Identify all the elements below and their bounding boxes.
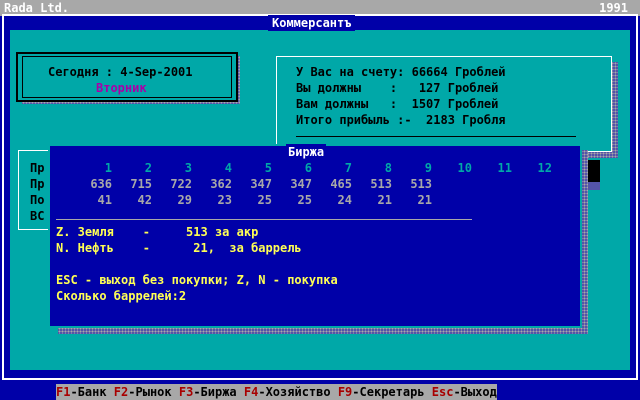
function-key-code: F9 <box>330 385 353 399</box>
land-price-cell: 347 <box>290 177 312 191</box>
column-number: 4 <box>224 161 232 175</box>
column-number: 3 <box>184 161 192 175</box>
account-balance: У Вас на счету: 66664 Гроблей <box>296 65 506 79</box>
function-key-label: -Банк <box>70 385 107 399</box>
left-label-2: Пр <box>30 177 45 191</box>
column-number: 12 <box>537 161 552 175</box>
exchange-dialog-title: Биржа <box>286 144 327 160</box>
oil-price-cell: 24 <box>337 193 352 207</box>
function-key-f1[interactable]: F1 -Банк <box>56 384 107 400</box>
left-label-3: По <box>30 193 45 207</box>
column-number: 7 <box>344 161 352 175</box>
column-number: 6 <box>304 161 312 175</box>
land-price-cell: 465 <box>330 177 352 191</box>
function-key-f3[interactable]: F3 -Биржа <box>172 384 237 400</box>
function-key-code: F3 <box>171 385 194 399</box>
land-offer-line[interactable]: Z. Земля - 513 за акр <box>56 224 258 240</box>
oil-price-cell: 29 <box>177 193 192 207</box>
land-price-cell: 636 <box>90 177 112 191</box>
land-price-cell: 715 <box>130 177 152 191</box>
owed-to-you: Вам должны : 1507 Гроблей <box>296 97 499 111</box>
oil-price-cell: 25 <box>297 193 312 207</box>
exchange-hint: ESC - выход без покупки; Z, N - покупка <box>56 273 338 287</box>
land-price-cell: 513 <box>410 177 432 191</box>
function-key-f9[interactable]: F9 -Секретарь <box>331 384 425 400</box>
function-key-esc[interactable]: Esc -Выход <box>425 384 497 400</box>
column-number: 11 <box>497 161 512 175</box>
function-key-label: -Рынок <box>128 385 172 399</box>
function-key-label: -Выход <box>453 385 497 399</box>
function-key-label: -Хозяйство <box>258 385 331 399</box>
left-label-4: ВС <box>30 209 45 223</box>
land-price-cell: 362 <box>210 177 232 191</box>
function-key-f2[interactable]: F2 -Рынок <box>107 384 172 400</box>
you-owe: Вы должны : 127 Гроблей <box>296 81 499 95</box>
function-key-code: Esc <box>424 385 454 399</box>
left-label-1: Пр <box>30 161 45 175</box>
column-number: 5 <box>264 161 272 175</box>
barrel-quantity-input[interactable]: Сколько баррелей:2 <box>56 288 186 304</box>
function-key-f4[interactable]: F4 -Хозяйство <box>237 384 331 400</box>
function-key-code: F1 <box>56 385 71 399</box>
oil-offer-line[interactable]: N. Нефть - 21, за баррель <box>56 240 302 256</box>
column-number: 8 <box>384 161 392 175</box>
column-number: 10 <box>457 161 472 175</box>
column-number: 2 <box>144 161 152 175</box>
land-price-cell: 722 <box>170 177 192 191</box>
total-profit: Итого прибыль :- 2183 Гробля <box>296 113 506 127</box>
oil-price-cell: 21 <box>417 193 432 207</box>
function-key-code: F4 <box>236 385 259 399</box>
function-key-label: -Биржа <box>193 385 237 399</box>
oil-price-cell: 42 <box>137 193 152 207</box>
current-date: Сегодня : 4-Sep-2001 <box>48 65 193 79</box>
land-price-cell: 513 <box>370 177 392 191</box>
weekday: Вторник <box>96 81 147 95</box>
oil-price-cell: 41 <box>97 193 112 207</box>
column-number: 9 <box>424 161 432 175</box>
function-key-strip: F1 -Банк F2 -Рынок F3 -Биржа F4 -Хозяйство F… <box>56 384 497 400</box>
land-price-cell: 347 <box>250 177 272 191</box>
account-divider <box>296 136 576 137</box>
function-key-label: -Секретарь <box>352 385 425 399</box>
oil-price-cell: 25 <box>257 193 272 207</box>
exchange-divider <box>56 219 472 220</box>
oil-price-cell: 23 <box>217 193 232 207</box>
function-key-code: F2 <box>106 385 129 399</box>
window-title: Коммерсантъ <box>268 15 356 31</box>
oil-price-cell: 21 <box>377 193 392 207</box>
column-number: 1 <box>104 161 112 175</box>
